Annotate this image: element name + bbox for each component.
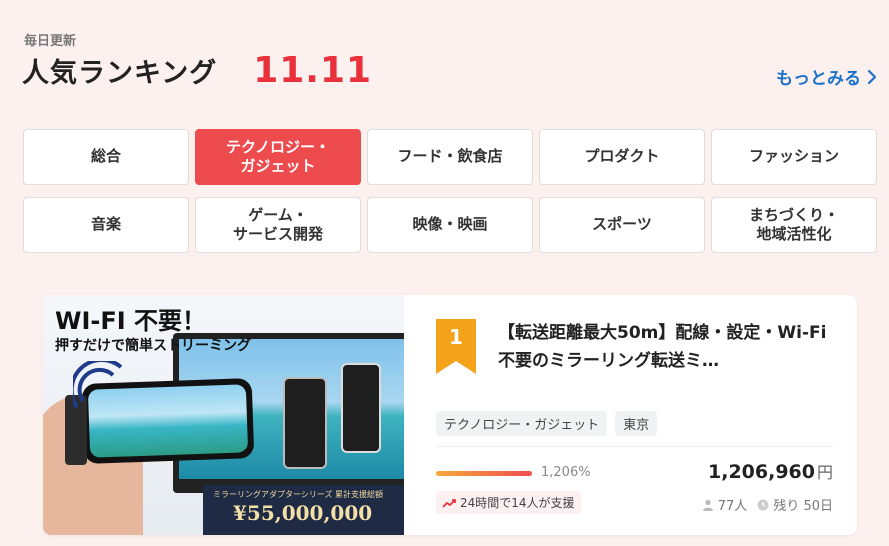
supporters-stat: 77人 — [702, 495, 748, 514]
category-tab-fashion[interactable]: ファッション — [711, 129, 877, 185]
receiver-illustration — [341, 363, 381, 453]
category-tab-community[interactable]: まちづくり・ 地域活性化 — [711, 197, 877, 253]
category-tab-game-service[interactable]: ゲーム・ サービス開発 — [195, 197, 361, 253]
tag-location[interactable]: 東京 — [615, 411, 658, 436]
remaining-days: 残り 50日 — [773, 499, 833, 514]
rank-badge: 1 — [436, 319, 476, 374]
ranking-card[interactable]: WI-FI 不要！ 押すだけで簡単ストリーミング ミラーリングアダプターシリーズ… — [43, 295, 857, 535]
category-tab-food[interactable]: フード・飲食店 — [367, 129, 533, 185]
category-tab-technology-gadget[interactable]: テクノロジー・ ガジェット — [195, 129, 361, 185]
project-title[interactable]: 【転送距離最大50m】配線・設定・Wi-Fi不要のミラーリング転送ミ… — [498, 319, 838, 375]
trend-text: 24時間で14人が支援 — [460, 496, 575, 510]
supporters-count: 77人 — [717, 499, 748, 514]
project-info: 1 【転送距離最大50m】配線・設定・Wi-Fi不要のミラーリング転送ミ… テク… — [434, 295, 833, 535]
rank-number: 1 — [449, 325, 463, 349]
clock-icon — [757, 499, 769, 510]
funding-progress-bar — [436, 471, 532, 476]
thumbnail-headline: WI-FI 不要！ — [55, 307, 207, 335]
banner-caption: ミラーリングアダプターシリーズ 累計支援総額 — [213, 490, 383, 499]
category-tabs: 総合 テクノロジー・ ガジェット フード・飲食店 プロダクト ファッション 音楽… — [23, 129, 877, 253]
page-title: 人気ランキング — [22, 58, 218, 89]
ranking-header: 人気ランキング 11.11 — [22, 50, 372, 91]
funding-amount: 1,206,960 円 — [708, 459, 833, 483]
trending-up-icon — [442, 498, 456, 508]
project-stats: 77人 残り 50日 — [702, 495, 833, 514]
project-tags: テクノロジー・ガジェット 東京 — [436, 411, 658, 436]
wireless-waves-icon — [73, 361, 123, 409]
banner-amount: ¥55,000,000 — [233, 501, 373, 525]
amount-value: 1,206,960 — [708, 461, 815, 483]
chevron-right-icon — [867, 69, 877, 84]
trend-badge: 24時間で14人が支援 — [436, 491, 581, 514]
remaining-stat: 残り 50日 — [757, 495, 833, 514]
category-tab-product[interactable]: プロダクト — [539, 129, 705, 185]
category-tab-overall[interactable]: 総合 — [23, 129, 189, 185]
see-more-label: もっとみる — [776, 69, 861, 89]
divider — [436, 446, 833, 447]
daily-update-label: 毎日更新 — [24, 34, 77, 49]
person-icon — [702, 499, 713, 511]
thumbnail-banner: ミラーリングアダプターシリーズ 累計支援総額 ¥55,000,000 — [203, 485, 404, 535]
funding-progress-fill — [436, 471, 532, 476]
tag-category[interactable]: テクノロジー・ガジェット — [436, 411, 608, 436]
category-tab-music[interactable]: 音楽 — [23, 197, 189, 253]
currency-unit: 円 — [816, 463, 833, 482]
funding-percent: 1,206% — [541, 465, 591, 480]
category-tab-film[interactable]: 映像・映画 — [367, 197, 533, 253]
transmitter-illustration — [283, 377, 327, 469]
ranking-date: 11.11 — [253, 50, 373, 91]
project-thumbnail[interactable]: WI-FI 不要！ 押すだけで簡単ストリーミング ミラーリングアダプターシリーズ… — [43, 295, 404, 535]
see-more-link[interactable]: もっとみる — [776, 64, 877, 89]
thumbnail-subheadline: 押すだけで簡単ストリーミング — [55, 338, 251, 354]
category-tab-sports[interactable]: スポーツ — [539, 197, 705, 253]
